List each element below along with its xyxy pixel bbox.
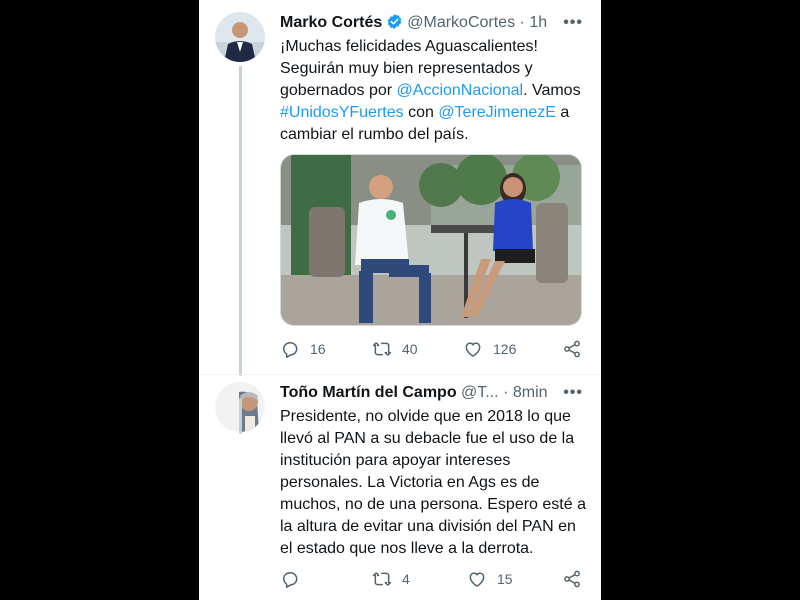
display-name[interactable]: Toño Martín del Campo xyxy=(280,384,457,401)
tweet-text: Presidente, no olvide que en 2018 lo que… xyxy=(280,408,586,557)
reply-icon xyxy=(283,342,298,358)
retweet-icon xyxy=(372,572,392,586)
tweet-photo[interactable] xyxy=(280,154,582,326)
tweet-marko[interactable]: Marko Cortés @MarkoCortes · 1h ••• ¡Mucha… xyxy=(199,0,601,376)
retweet-count: 40 xyxy=(402,341,418,357)
timestamp[interactable]: 1h xyxy=(529,14,547,31)
tweet-text: ¡Muchas felicidades Aguascalientes! Segu… xyxy=(280,36,588,146)
retweet-button[interactable]: 40 xyxy=(372,338,418,360)
like-button[interactable]: 126 xyxy=(463,338,516,360)
avatar-marko[interactable] xyxy=(215,12,265,62)
retweet-button[interactable]: 4 xyxy=(372,568,410,590)
verified-badge-icon xyxy=(386,13,403,37)
tweet-tono[interactable]: Toño Martín del Campo @T... · 8min ••• P… xyxy=(199,370,601,600)
display-name[interactable]: Marko Cortés xyxy=(280,14,382,31)
reply-count: 16 xyxy=(310,341,326,357)
tweet-header: Toño Martín del Campo @T... · 8min ••• xyxy=(280,382,591,404)
tweet-header: Marko Cortés @MarkoCortes · 1h ••• xyxy=(280,12,591,34)
timestamp[interactable]: 8min xyxy=(513,384,548,401)
more-icon[interactable]: ••• xyxy=(563,382,583,404)
text-part: . Vamos xyxy=(523,82,581,99)
like-icon xyxy=(469,572,485,587)
separator-dot: · xyxy=(503,384,509,401)
retweet-count: 4 xyxy=(402,571,410,587)
tweet-thread: Marko Cortés @MarkoCortes · 1h ••• ¡Mucha… xyxy=(199,0,601,600)
tweet-actions: 4 15 xyxy=(280,568,590,590)
text-part: con xyxy=(403,104,439,121)
like-button[interactable]: 15 xyxy=(467,568,513,590)
share-button[interactable] xyxy=(562,568,582,590)
share-icon xyxy=(564,570,580,588)
share-icon xyxy=(564,340,580,358)
thread-connector xyxy=(239,66,242,376)
reply-icon xyxy=(283,572,298,588)
handle[interactable]: @MarkoCortes xyxy=(407,14,515,31)
tweet-actions: 16 40 126 xyxy=(280,338,590,360)
retweet-icon xyxy=(372,342,392,356)
share-button[interactable] xyxy=(562,338,582,360)
more-icon[interactable]: ••• xyxy=(563,12,583,34)
mention-link[interactable]: @TereJimenezE xyxy=(438,104,556,121)
handle[interactable]: @T... xyxy=(461,384,499,401)
reply-button[interactable] xyxy=(280,568,310,590)
separator-dot: · xyxy=(519,14,525,31)
thread-connector xyxy=(239,398,242,434)
reply-button[interactable]: 16 xyxy=(280,338,326,360)
like-icon xyxy=(465,342,481,357)
hashtag-link[interactable]: #UnidosYFuertes xyxy=(280,104,404,121)
mention-link[interactable]: @AccionNacional xyxy=(397,82,524,99)
like-count: 15 xyxy=(497,571,513,587)
like-count: 126 xyxy=(493,341,517,357)
